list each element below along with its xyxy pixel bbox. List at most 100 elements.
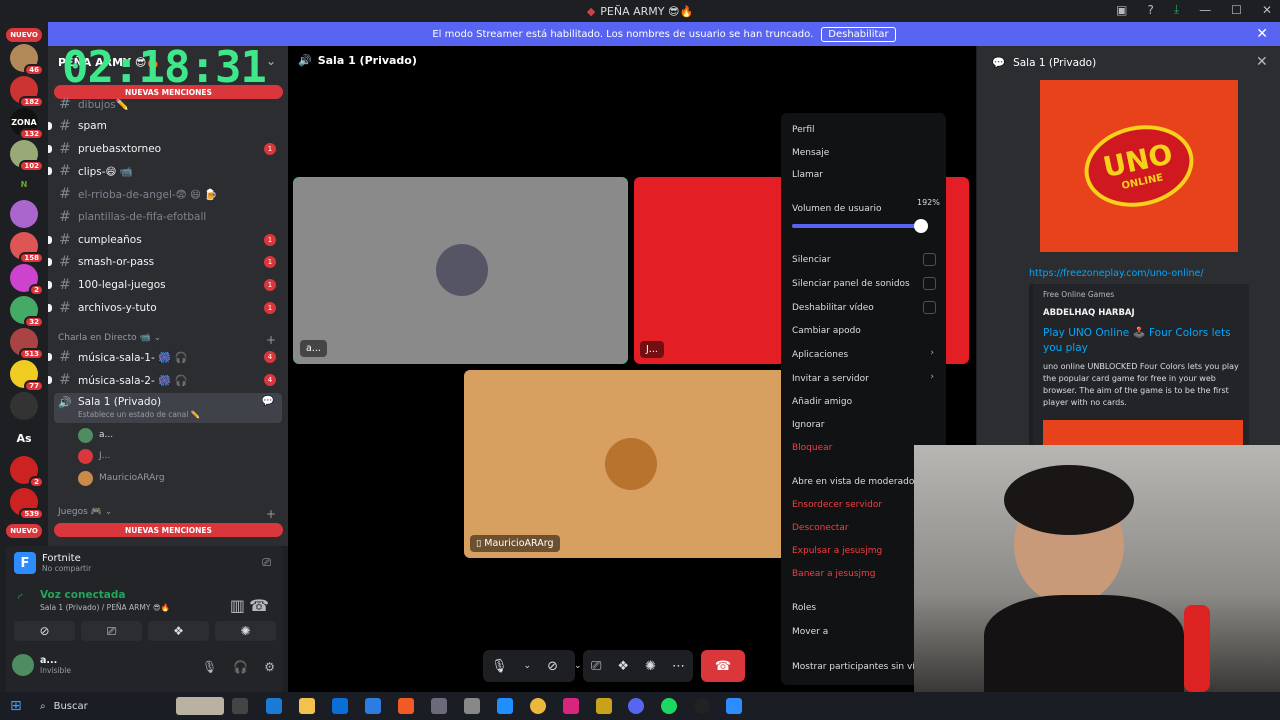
disable-video-checkbox[interactable] — [923, 301, 936, 314]
fortnite-taskbar-icon[interactable] — [726, 698, 742, 714]
menu-disable-video[interactable]: Deshabilitar vídeo — [792, 303, 874, 313]
minimize-icon[interactable]: — — [1199, 3, 1211, 17]
uno-image[interactable]: UNO ONLINE — [1040, 80, 1238, 252]
menu-show-no-video[interactable]: Mostrar participantes sin vídeo — [792, 662, 932, 672]
edge-icon[interactable] — [266, 698, 282, 714]
menu-disconnect[interactable]: Desconectar — [792, 523, 849, 533]
menu-add-friend[interactable]: Añadir amigo — [792, 397, 852, 407]
app-icon[interactable] — [431, 698, 447, 714]
camera-off-icon[interactable]: ⊘ — [547, 659, 558, 674]
microphone-icon[interactable]: 🎙 — [491, 659, 508, 674]
activities-icon[interactable]: ❖ — [617, 659, 629, 674]
menu-mute[interactable]: Silenciar — [792, 255, 831, 265]
screen-share-icon[interactable]: ⎚ — [262, 556, 271, 570]
soundboard-button[interactable]: ✺ — [215, 621, 276, 641]
server-icon[interactable]: N — [10, 170, 38, 198]
help-icon[interactable]: ? — [1147, 3, 1153, 17]
discord-taskbar-icon[interactable] — [628, 698, 644, 714]
noise-suppression-icon[interactable]: ▥ — [230, 596, 245, 615]
activities-button[interactable]: ❖ — [148, 621, 209, 641]
camera-off-button[interactable]: ⊘ — [14, 621, 75, 641]
task-view-icon[interactable] — [232, 698, 248, 714]
more-icon[interactable]: ⋯ — [672, 659, 685, 674]
headphones-icon[interactable]: 🎧 — [233, 660, 248, 674]
channel-item[interactable]: # dibujos✏️ — [54, 93, 282, 115]
menu-change-nickname[interactable]: Cambiar apodo — [792, 326, 861, 336]
mute-soundboard-checkbox[interactable] — [923, 277, 936, 290]
server-icon[interactable]: 158 — [10, 232, 44, 264]
spotify-icon[interactable] — [661, 698, 677, 714]
server-icon[interactable] — [10, 200, 38, 228]
server-icon[interactable]: 46 — [10, 44, 44, 76]
voice-user[interactable]: MauricioARArg — [78, 469, 165, 487]
slider-handle[interactable] — [913, 219, 928, 233]
menu-profile[interactable]: Perfil — [792, 125, 815, 135]
close-icon[interactable]: ✕ — [1256, 54, 1268, 70]
category-header[interactable]: Charla en Directo 📹 ⌄ + — [58, 333, 276, 347]
menu-mute-soundboard[interactable]: Silenciar panel de sonidos — [792, 279, 910, 289]
soundboard-icon[interactable]: ✺ — [645, 659, 656, 674]
menu-kick[interactable]: Expulsar a jesusjmg — [792, 546, 882, 556]
chevron-down-icon[interactable]: ⌄ — [574, 661, 582, 671]
disconnect-icon[interactable]: ☎ — [249, 596, 269, 615]
share-screen-button[interactable]: ⎚ — [81, 621, 142, 641]
menu-invite[interactable]: Invitar a servidor — [792, 374, 869, 384]
store-icon[interactable] — [332, 698, 348, 714]
channel-item[interactable]: # smash-or-pass 1 — [48, 251, 282, 273]
app-icon[interactable] — [464, 698, 480, 714]
menu-move[interactable]: Mover a — [792, 627, 828, 637]
category-header[interactable]: Juegos 🎮 ⌄ + — [58, 507, 276, 521]
close-banner-icon[interactable]: ✕ — [1256, 26, 1268, 42]
voice-connection[interactable]: ◜ Voz conectada Sala 1 (Privado) / PEÑA … — [14, 589, 170, 612]
channel-item[interactable]: # cumpleaños 1 — [48, 229, 282, 251]
server-icon[interactable]: 32 — [10, 296, 44, 328]
channel-item[interactable]: # clips-😄 📹 — [48, 160, 282, 182]
plus-icon[interactable]: + — [266, 333, 276, 347]
server-icon[interactable]: 77 — [10, 360, 44, 392]
menu-block[interactable]: Bloquear — [792, 443, 832, 453]
channel-item[interactable]: # música-sala-2- 🎆 🎧 4 — [48, 369, 282, 391]
channel-item[interactable]: # música-sala-1- 🎆 🎧 4 — [48, 346, 282, 368]
channel-item[interactable]: # spam — [48, 115, 282, 137]
new-mentions-pill[interactable]: NUEVAS MENCIONES — [54, 523, 283, 537]
activity[interactable]: F Fortnite No compartir — [14, 552, 91, 574]
inbox-icon[interactable]: ▣ — [1116, 3, 1127, 17]
menu-mod-view[interactable]: Abre en vista de moderador — [792, 477, 918, 487]
voice-user[interactable]: J... — [78, 447, 110, 465]
channel-item[interactable]: # archivos-y-tuto 1 — [48, 297, 282, 319]
chevron-down-icon[interactable]: ⌄ — [524, 661, 532, 671]
chevron-down-icon[interactable]: ⌄ — [266, 54, 276, 68]
gear-icon[interactable]: ⚙ — [264, 660, 275, 674]
server-icon[interactable] — [10, 392, 38, 420]
mute-checkbox[interactable] — [923, 253, 936, 266]
disable-streamer-button[interactable]: Deshabilitar — [821, 26, 896, 42]
menu-server-deafen[interactable]: Ensordecer servidor — [792, 500, 882, 510]
app-icon[interactable] — [497, 698, 513, 714]
current-user[interactable]: a... Invisible — [12, 654, 71, 676]
embed-title[interactable]: Play UNO Online 🕹️ Four Colors lets you … — [1043, 326, 1248, 356]
plus-icon[interactable]: + — [266, 507, 276, 521]
server-icon[interactable]: 182 — [10, 76, 44, 108]
voice-user[interactable]: a... — [78, 426, 113, 444]
video-tile[interactable]: ▯ MauricioARArg — [464, 370, 799, 558]
server-icon[interactable]: ZONA 132 — [10, 108, 44, 140]
channel-item[interactable]: # pruebasxtorneo 1 — [48, 138, 282, 160]
maximize-icon[interactable]: ☐ — [1231, 3, 1242, 17]
server-icon[interactable]: 2 — [10, 456, 44, 488]
obs-icon[interactable] — [694, 698, 710, 714]
folder-icon[interactable] — [299, 698, 315, 714]
chat-icon[interactable]: 💬 — [262, 396, 274, 407]
channel-item[interactable]: # el-rrioba-de-angel-😨 😄 🍺 — [54, 183, 282, 205]
microphone-icon[interactable]: 🎙 — [202, 660, 217, 674]
server-icon[interactable]: 539 — [10, 488, 44, 520]
instagram-icon[interactable] — [563, 698, 579, 714]
channel-item[interactable]: # plantillas-de-fifa-efotball — [54, 206, 282, 228]
hang-up-button[interactable]: ☎ — [700, 650, 745, 682]
windows-start-icon[interactable]: ⊞ — [10, 698, 22, 714]
message-link[interactable]: https://freezoneplay.com/uno-online/ — [1029, 268, 1204, 279]
app-icon[interactable] — [596, 698, 612, 714]
server-icon[interactable]: 102 — [10, 140, 44, 172]
share-screen-icon[interactable]: ⎚ — [591, 659, 601, 674]
menu-ignore[interactable]: Ignorar — [792, 420, 825, 430]
voice-channel-selected[interactable]: 🔊 Sala 1 (Privado) Establece un estado de … — [54, 393, 282, 423]
